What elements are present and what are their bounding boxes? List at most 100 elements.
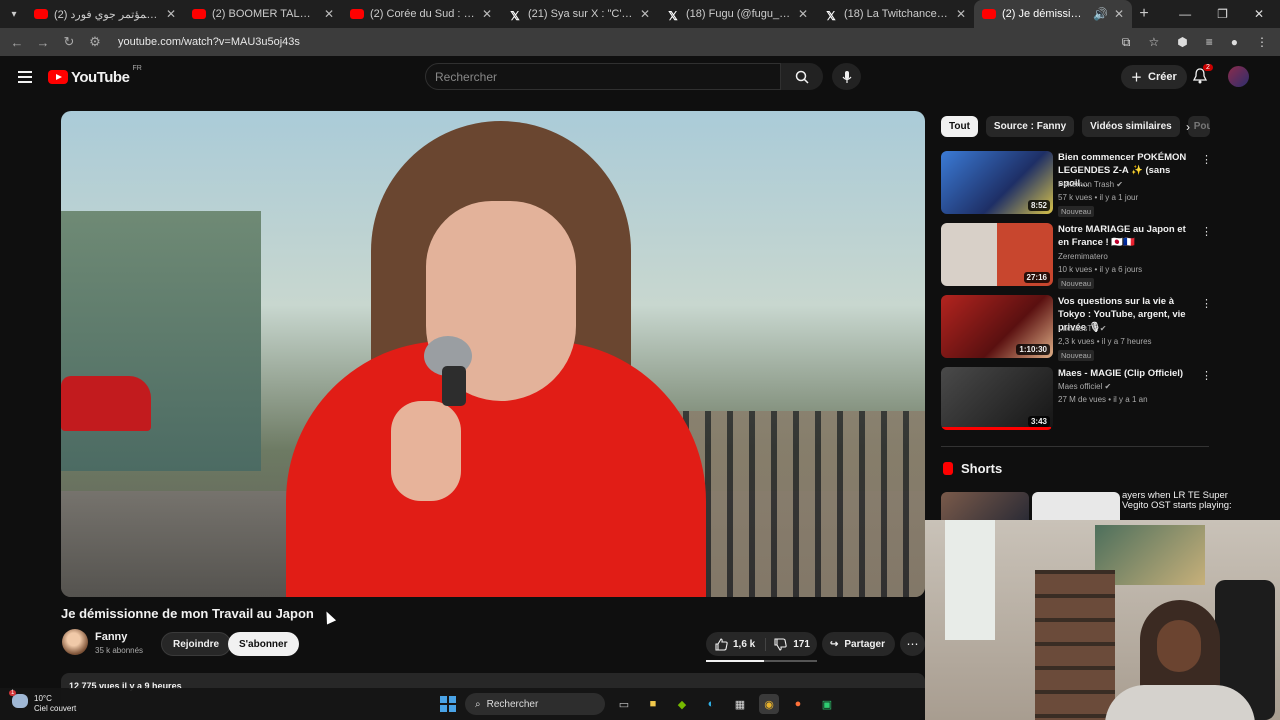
terminal-icon[interactable]: ▣: [817, 694, 837, 714]
close-icon[interactable]: ✕: [324, 7, 334, 21]
recommendation-2[interactable]: 1:10:30 Vos questions sur la vie à Tokyo…: [941, 295, 1213, 361]
rec-channel[interactable]: Pokémon Trash ✔: [1058, 180, 1123, 189]
filter-chips: Tout Source : Fanny Vidéos similaires Po…: [941, 116, 1210, 137]
search-input[interactable]: Rechercher: [425, 63, 781, 90]
x-icon: 𝕏: [668, 9, 678, 23]
recommendation-0[interactable]: 8:52 Bien commencer POKÉMON LEGENDES Z-A…: [941, 151, 1213, 217]
video-thumbnail[interactable]: 27:16: [941, 223, 1053, 286]
chip-similar[interactable]: Vidéos similaires: [1082, 116, 1180, 137]
reload-icon[interactable]: ↻: [62, 34, 76, 50]
windows-start-icon[interactable]: [440, 696, 456, 712]
file-explorer-icon[interactable]: ■: [643, 694, 663, 714]
close-icon[interactable]: ✕: [482, 7, 492, 21]
tab-title: (2) Je démissione de mon: [1002, 8, 1087, 20]
browser-menu-icon[interactable]: ⋮: [1256, 35, 1268, 50]
short-thumbnail-2[interactable]: [1032, 492, 1120, 520]
firefox-icon[interactable]: ●: [788, 694, 808, 714]
restore-icon[interactable]: ❐: [1217, 7, 1228, 21]
chip-for-you[interactable]: Pour: [1187, 116, 1210, 137]
close-icon[interactable]: ✕: [166, 7, 176, 21]
tab-search-icon[interactable]: ▾: [2, 2, 26, 26]
short-caption[interactable]: ayers when LR TE Super Vegito OST starts…: [1122, 491, 1232, 511]
back-icon[interactable]: ←: [10, 35, 24, 50]
rec-channel[interactable]: Maes officiel ✔: [1058, 382, 1111, 391]
close-icon[interactable]: ✕: [1114, 7, 1124, 21]
address-bar: ← → ↻ ⚙ youtube.com/watch?v=MAU3u5oj43s …: [0, 28, 1280, 56]
like-button[interactable]: 1,6 k: [706, 637, 767, 651]
notifications-button[interactable]: 2: [1192, 64, 1213, 89]
chip-source[interactable]: Source : Fanny: [985, 116, 1075, 137]
close-icon[interactable]: ✕: [640, 7, 650, 21]
close-window-icon[interactable]: ✕: [1254, 7, 1264, 21]
tab-1[interactable]: (2) BOOMER TALK : Les années ✕: [184, 0, 342, 28]
share-button[interactable]: ↪ Partager: [822, 632, 895, 656]
tab-title: البث المباشر لمؤتمر جوي فورد (2): [54, 8, 160, 21]
speaker-icon[interactable]: 🔊: [1093, 7, 1108, 21]
close-icon[interactable]: ✕: [956, 7, 966, 21]
country-code: FR: [132, 64, 142, 72]
rec-title[interactable]: Notre MARIAGE au Japon et en France ! 🇯🇵…: [1058, 223, 1198, 249]
bookmark-star-icon[interactable]: ☆: [1148, 35, 1159, 50]
minimize-icon[interactable]: —: [1179, 7, 1191, 21]
channel-name[interactable]: Fanny: [95, 631, 127, 643]
shorts-section-title: Shorts: [943, 461, 1002, 476]
chrome-icon[interactable]: ◉: [759, 694, 779, 714]
video-thumbnail[interactable]: 8:52: [941, 151, 1053, 214]
rec-channel[interactable]: LuccassTV ✔: [1058, 324, 1107, 333]
voice-search-button[interactable]: [832, 63, 861, 90]
youtube-logo[interactable]: YouTube FR: [48, 65, 142, 86]
tab-4[interactable]: 𝕏 (18) Fugu (@fugu_fps) / X ✕: [658, 0, 816, 28]
rec-channel[interactable]: Zeremimatero: [1058, 252, 1108, 261]
video-player[interactable]: [61, 111, 925, 597]
search-button[interactable]: [781, 63, 823, 90]
more-vert-icon[interactable]: ⋮: [1201, 297, 1212, 310]
weather-widget[interactable]: 10°CCiel couvert: [9, 690, 76, 714]
new-tab-button[interactable]: +: [1132, 5, 1156, 23]
more-vert-icon[interactable]: ⋮: [1201, 225, 1212, 238]
recommendation-1[interactable]: 27:16 Notre MARIAGE au Japon et en Franc…: [941, 223, 1213, 289]
short-thumbnail-1[interactable]: [941, 492, 1029, 520]
url-field[interactable]: youtube.com/watch?v=MAU3u5oj43s: [118, 36, 300, 48]
taskbar-search[interactable]: ⌕ Rechercher: [465, 693, 605, 715]
rec-title[interactable]: Maes - MAGIE (Clip Officiel): [1058, 367, 1198, 380]
install-icon[interactable]: ⧉: [1122, 35, 1131, 50]
video-thumbnail[interactable]: 3:43: [941, 367, 1053, 430]
video-scene-building: [61, 211, 261, 471]
chevron-right-icon[interactable]: ›: [1186, 120, 1190, 134]
close-icon[interactable]: ✕: [798, 7, 808, 21]
tab-5[interactable]: 𝕏 (18) La Twitchance sur X : "INO ✕: [816, 0, 974, 28]
task-view-icon[interactable]: ▭: [614, 694, 634, 714]
notification-badge: 2: [1203, 64, 1213, 71]
more-vert-icon[interactable]: ⋮: [1201, 153, 1212, 166]
video-thumbnail[interactable]: 1:10:30: [941, 295, 1053, 358]
divider: [941, 446, 1209, 447]
create-button[interactable]: ＋ Créer: [1121, 65, 1187, 89]
store-icon[interactable]: ▦: [730, 694, 750, 714]
tab-3[interactable]: 𝕏 (21) Sya sur X : "C'est exacteme ✕: [500, 0, 658, 28]
duration-badge: 8:52: [1027, 200, 1050, 211]
mouse-cursor: [321, 609, 337, 625]
like-count: 1,6 k: [733, 638, 756, 650]
more-vert-icon[interactable]: ⋮: [1201, 369, 1212, 382]
forward-icon[interactable]: →: [36, 35, 50, 50]
profile-icon[interactable]: ●: [1231, 35, 1238, 50]
tab-6-active[interactable]: (2) Je démissione de mon 🔊 ✕: [974, 0, 1132, 28]
site-info-icon[interactable]: ⚙: [88, 34, 102, 50]
nvidia-icon[interactable]: ◆: [672, 694, 692, 714]
logo-text: YouTube: [71, 68, 130, 86]
tab-2[interactable]: (2) Corée du Sud : elles se mett ✕: [342, 0, 500, 28]
edge-icon[interactable]: ◐: [701, 694, 721, 714]
media-icon[interactable]: ≡: [1206, 35, 1213, 50]
extensions-icon[interactable]: ⬢: [1177, 35, 1187, 50]
recommendation-3[interactable]: 3:43 Maes - MAGIE (Clip Officiel) Maes o…: [941, 367, 1213, 431]
account-avatar[interactable]: [1228, 66, 1249, 87]
dislike-button[interactable]: 171: [766, 637, 810, 651]
hamburger-menu-icon[interactable]: [18, 71, 32, 83]
more-actions-button[interactable]: ⋯: [900, 632, 925, 656]
chip-all[interactable]: Tout: [941, 116, 978, 137]
channel-avatar[interactable]: [62, 629, 88, 655]
x-icon: 𝕏: [510, 9, 520, 23]
subscribe-button[interactable]: S'abonner: [228, 632, 299, 656]
tab-0[interactable]: البث المباشر لمؤتمر جوي فورد (2) ✕: [26, 0, 184, 28]
join-button[interactable]: Rejoindre: [161, 632, 232, 656]
